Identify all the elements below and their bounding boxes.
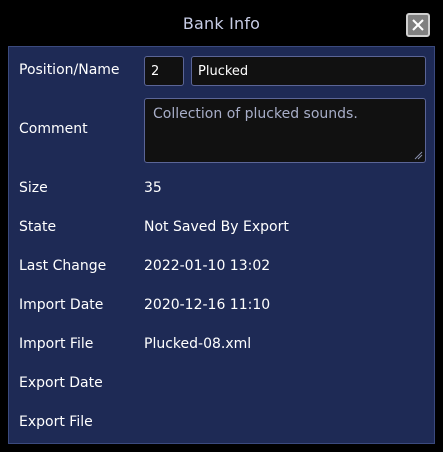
size-value: 35 [144, 180, 162, 196]
bank-info-dialog: Bank Info Position/Name Comment Collecti… [0, 0, 443, 452]
comment-textarea[interactable]: Collection of plucked sounds. [144, 98, 426, 163]
close-button[interactable] [406, 13, 430, 37]
name-input[interactable] [191, 56, 426, 86]
size-label: Size [19, 180, 48, 196]
comment-label: Comment [19, 121, 88, 137]
state-label: State [19, 219, 57, 235]
position-input[interactable] [144, 56, 184, 86]
import-date-value: 2020-12-16 11:10 [144, 297, 271, 313]
import-file-value: Plucked-08.xml [144, 336, 252, 352]
last-change-value: 2022-01-10 13:02 [144, 258, 271, 274]
import-file-label: Import File [19, 336, 94, 352]
state-value: Not Saved By Export [144, 219, 289, 235]
close-icon [412, 19, 424, 31]
export-date-label: Export Date [19, 375, 103, 391]
resize-grip-icon[interactable] [414, 151, 423, 160]
info-panel: Position/Name Comment Collection of pluc… [8, 46, 435, 444]
dialog-title: Bank Info [182, 13, 261, 33]
title-bar: Bank Info [0, 0, 443, 46]
last-change-label: Last Change [19, 258, 107, 274]
import-date-label: Import Date [19, 297, 104, 313]
export-file-label: Export File [19, 414, 93, 430]
position-name-label: Position/Name [19, 62, 120, 78]
